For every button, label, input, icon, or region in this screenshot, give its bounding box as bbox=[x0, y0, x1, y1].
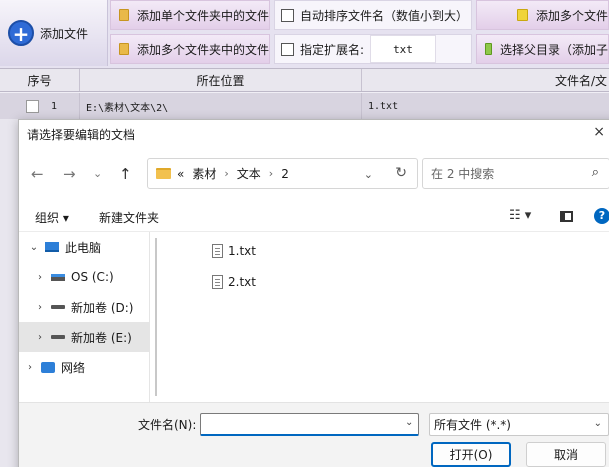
address-bar[interactable]: « 素材 › 文本 › 2 ⌄ ↻ bbox=[147, 158, 418, 189]
command-bar: 组织 ▾ 新建文件夹 ☷ ▾ ? bbox=[19, 200, 609, 232]
tree-item-label: 新加卷 (E:) bbox=[71, 330, 132, 345]
refresh-icon[interactable]: ↻ bbox=[395, 165, 407, 181]
search-placeholder: 在 2 中搜索 bbox=[431, 167, 495, 181]
table-row[interactable]: 1 E:\素材\文本\2\ 1.txt bbox=[0, 93, 609, 119]
search-icon: ⌕ bbox=[591, 165, 599, 180]
drive-icon bbox=[51, 305, 65, 309]
up-arrow-icon[interactable]: ↑ bbox=[119, 165, 132, 183]
add-file-label: 添加文件 bbox=[40, 26, 89, 41]
plus-icon: + bbox=[8, 20, 34, 46]
add-multi-folder-label: 添加多个文件夹中的文件 bbox=[136, 42, 269, 57]
cancel-button[interactable]: 取消 bbox=[526, 442, 606, 467]
search-input[interactable]: 在 2 中搜索 ⌕ bbox=[422, 158, 609, 189]
close-icon[interactable]: × bbox=[593, 124, 605, 140]
filename-input[interactable] bbox=[200, 413, 419, 436]
checkbox-box bbox=[281, 8, 294, 22]
tree-item-drive-e[interactable]: › 新加卷 (E:) bbox=[19, 322, 150, 352]
add-multi-folder-button[interactable]: 添加多个文件夹中的文件 bbox=[110, 34, 270, 64]
row-location: E:\素材\文本\2\ bbox=[80, 93, 362, 119]
list-item[interactable]: 1.txt bbox=[212, 244, 256, 258]
breadcrumb-overflow[interactable]: « bbox=[177, 167, 184, 181]
checkbox-box bbox=[281, 42, 294, 56]
app-toolbar: + 添加文件 添加单个文件夹中的文件 添加多个文件夹中的文件 自动排序文件名（数… bbox=[0, 0, 609, 68]
breadcrumb-separator-icon: › bbox=[224, 167, 229, 180]
select-parent-button[interactable]: 选择父目录（添加子 bbox=[476, 34, 609, 64]
ext-input[interactable]: txt bbox=[370, 35, 436, 63]
tree-item-this-pc[interactable]: ⌄ 此电脑 bbox=[19, 232, 150, 262]
specify-ext-label: 指定扩展名: bbox=[300, 42, 365, 57]
tree-item-label: 此电脑 bbox=[65, 240, 102, 255]
chevron-right-icon[interactable]: › bbox=[23, 362, 37, 373]
network-icon bbox=[41, 361, 55, 373]
tree-item-network[interactable]: › 网络 bbox=[19, 352, 150, 382]
open-button[interactable]: 打开(O) bbox=[431, 442, 511, 467]
pencil-icon bbox=[517, 9, 528, 21]
tree-item-drive-d[interactable]: › 新加卷 (D:) bbox=[19, 292, 150, 322]
file-name: 1.txt bbox=[228, 244, 256, 258]
add-single-folder-button[interactable]: 添加单个文件夹中的文件 bbox=[110, 0, 270, 30]
list-item[interactable]: 2.txt bbox=[212, 275, 256, 289]
chevron-down-icon: ⌄ bbox=[593, 418, 602, 429]
dialog-title: 请选择要编辑的文档 bbox=[27, 128, 136, 142]
row-filename: 1.txt bbox=[368, 100, 399, 112]
text-file-icon bbox=[212, 244, 223, 258]
drive-icon bbox=[51, 273, 65, 281]
tree-item-label: OS (C:) bbox=[71, 270, 114, 284]
file-list: 1.txt 2.txt bbox=[150, 232, 609, 402]
new-folder-button[interactable]: 新建文件夹 bbox=[99, 209, 159, 226]
preview-pane-icon[interactable] bbox=[560, 211, 573, 222]
col-filename-header[interactable]: 文件名/文 bbox=[362, 69, 609, 91]
add-multi-files-label: 添加多个文件 bbox=[535, 8, 608, 23]
table-header: 序号 所在位置 文件名/文 bbox=[0, 68, 609, 92]
organize-button[interactable]: 组织 ▾ bbox=[35, 209, 69, 226]
chevron-down-icon[interactable]: ⌄ bbox=[405, 417, 413, 428]
chevron-down-icon[interactable]: ⌄ bbox=[364, 168, 373, 181]
breadcrumb-item[interactable]: 文本 bbox=[237, 165, 261, 182]
folder-icon bbox=[119, 43, 129, 55]
row-checkbox[interactable] bbox=[26, 99, 39, 113]
row-index: 1 bbox=[51, 100, 58, 112]
help-icon[interactable]: ? bbox=[594, 208, 609, 224]
tree-item-label: 网络 bbox=[61, 360, 86, 375]
select-parent-label: 选择父目录（添加子 bbox=[499, 42, 608, 57]
add-single-folder-label: 添加单个文件夹中的文件 bbox=[136, 8, 269, 23]
auto-sort-checkbox[interactable]: 自动排序文件名（数值小到大） bbox=[274, 0, 472, 30]
text-file-icon bbox=[212, 275, 223, 289]
add-file-button[interactable]: + 添加文件 bbox=[0, 0, 108, 66]
background-strip bbox=[0, 119, 18, 467]
file-type-select[interactable]: 所有文件 (*.*) ⌄ bbox=[429, 413, 609, 436]
computer-icon bbox=[45, 242, 59, 252]
open-file-dialog: 请选择要编辑的文档 × ← → ⌄ ↑ « 素材 › 文本 › 2 ⌄ ↻ 在 … bbox=[18, 119, 609, 467]
back-arrow-icon[interactable]: ← bbox=[31, 165, 44, 183]
chevron-right-icon[interactable]: › bbox=[33, 332, 47, 343]
breadcrumb-item[interactable]: 2 bbox=[281, 167, 289, 181]
breadcrumb-item[interactable]: 素材 bbox=[192, 165, 216, 182]
add-multi-files-button[interactable]: 添加多个文件 bbox=[476, 0, 609, 30]
col-location-header[interactable]: 所在位置 bbox=[80, 69, 362, 91]
navigation-pane: ⌄ 此电脑 › OS (C:) › 新加卷 (D:) › 新加卷 (E:) › … bbox=[19, 232, 150, 402]
file-type-value: 所有文件 (*.*) bbox=[434, 418, 511, 432]
tree-item-os-c[interactable]: › OS (C:) bbox=[19, 262, 150, 292]
filename-label: 文件名(N): bbox=[138, 418, 197, 432]
col-index-header[interactable]: 序号 bbox=[0, 69, 80, 91]
row-index-cell: 1 bbox=[0, 93, 80, 119]
chevron-right-icon[interactable]: › bbox=[33, 272, 47, 283]
breadcrumb-separator-icon: › bbox=[268, 167, 274, 180]
navigation-bar: ← → ⌄ ↑ « 素材 › 文本 › 2 ⌄ ↻ 在 2 中搜索 ⌕ bbox=[19, 152, 609, 196]
recent-chevron-icon[interactable]: ⌄ bbox=[93, 167, 102, 180]
chevron-right-icon[interactable]: › bbox=[33, 302, 47, 313]
dialog-footer: 文件名(N): ⌄ 所有文件 (*.*) ⌄ 打开(O) 取消 bbox=[19, 402, 609, 467]
forward-arrow-icon[interactable]: → bbox=[63, 165, 76, 183]
file-name: 2.txt bbox=[228, 275, 256, 289]
auto-sort-label: 自动排序文件名（数值小到大） bbox=[300, 8, 469, 23]
parent-folder-icon bbox=[485, 43, 492, 55]
folder-icon bbox=[119, 9, 129, 21]
folder-icon bbox=[156, 168, 171, 179]
chevron-down-icon[interactable]: ⌄ bbox=[27, 242, 41, 253]
drive-icon bbox=[51, 335, 65, 339]
view-options-icon[interactable]: ☷ ▾ bbox=[509, 208, 531, 223]
tree-item-label: 新加卷 (D:) bbox=[71, 300, 134, 315]
